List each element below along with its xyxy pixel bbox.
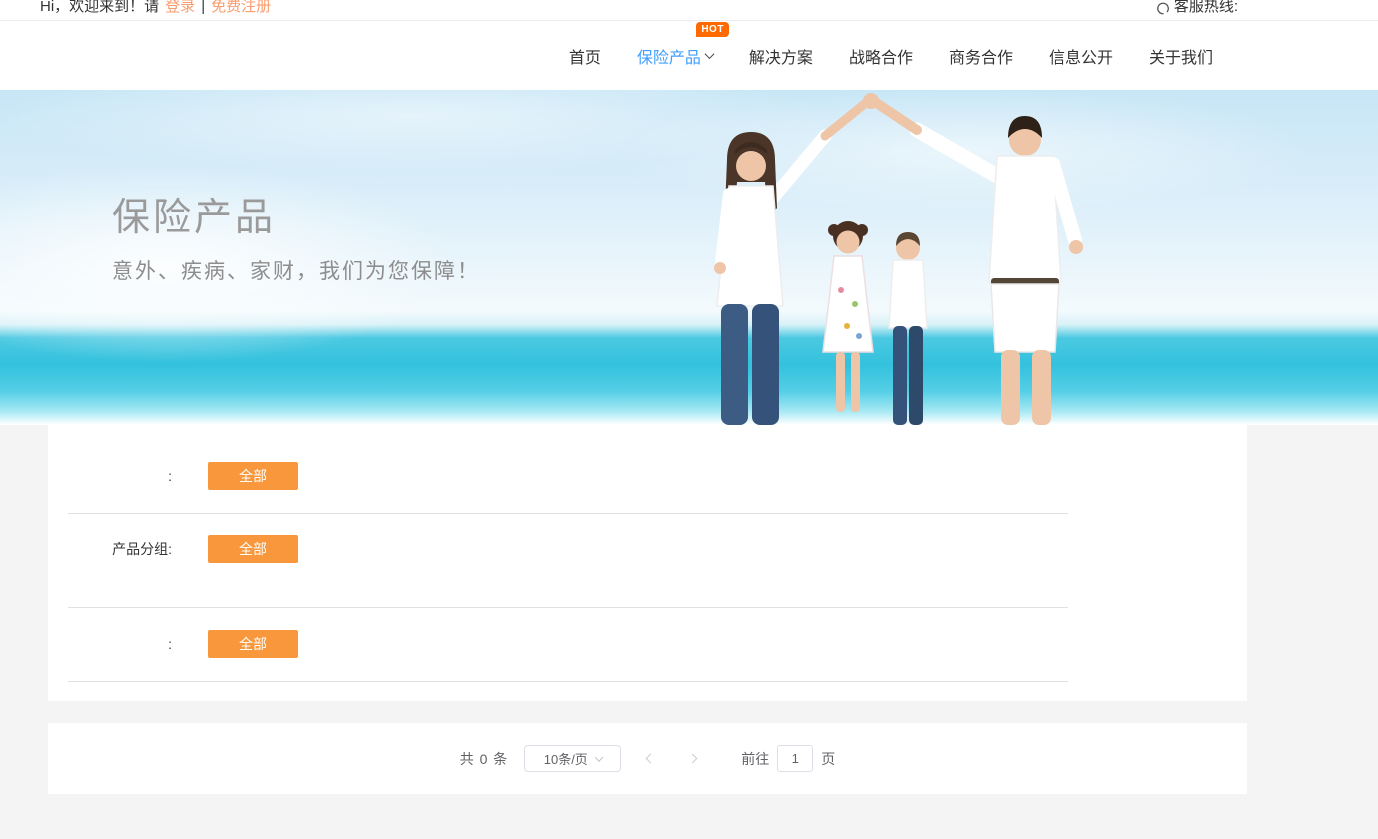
- nav-item-strategic-cooperation[interactable]: 战略合作: [847, 40, 915, 72]
- chevron-down-icon: [594, 752, 604, 762]
- nav-item-business-cooperation[interactable]: 商务合作: [947, 40, 1015, 72]
- topbar-separator: |: [201, 0, 206, 15]
- hero-banner: 保险产品 意外、疾病、家财，我们为您保障！: [0, 90, 1378, 425]
- banner-subtitle: 意外、疾病、家财，我们为您保障！: [112, 260, 480, 283]
- filter-row-3: : 全部: [48, 630, 1247, 658]
- page-size-value: 10条/页: [543, 752, 588, 767]
- chevron-right-icon: [687, 753, 698, 764]
- nav-item-solutions[interactable]: 解决方案: [747, 40, 815, 72]
- topbar: Hi，欢迎来到！请 登录 | 免费注册 客服热线:: [0, 0, 1378, 21]
- divider: [68, 681, 1068, 682]
- prev-page-button[interactable]: [635, 745, 665, 773]
- nav-item-information-disclosure[interactable]: 信息公开: [1047, 40, 1115, 72]
- page-number-input[interactable]: [777, 745, 814, 772]
- login-link[interactable]: 登录: [165, 0, 195, 17]
- headset-icon: [1155, 1, 1170, 20]
- next-page-button[interactable]: [677, 745, 707, 773]
- page-size-select[interactable]: 10条/页: [524, 745, 622, 772]
- main-nav: 首页 HOT 保险产品 解决方案 战略合作 商务合作 信息公开 关于我们: [0, 21, 1378, 90]
- goto-label: 前往: [741, 750, 770, 767]
- filter-card: : 全部 产品分组: 全部 : 全部: [48, 425, 1247, 701]
- filter-label-product-group: 产品分组:: [112, 541, 172, 557]
- filter-all-button-2[interactable]: 全部: [208, 535, 298, 563]
- greeting-text: Hi，欢迎来到！请: [40, 0, 160, 15]
- chevron-down-icon: [704, 49, 715, 60]
- filter-row-1: : 全部: [48, 462, 1247, 490]
- nav-item-insurance-products[interactable]: HOT 保险产品: [635, 21, 729, 72]
- hot-badge: HOT: [696, 21, 729, 37]
- hotline-label: 客服热线:: [1173, 0, 1238, 15]
- banner-title: 保险产品: [112, 197, 277, 239]
- filter-label-1: :: [168, 468, 172, 484]
- filter-all-button-3[interactable]: 全部: [208, 630, 298, 658]
- page-unit-label: 页: [821, 750, 836, 767]
- filter-label-3: :: [168, 636, 172, 652]
- banner-family-illustration: [714, 93, 1083, 425]
- pagination-bar: 共 0 条 10条/页 前往 页: [48, 723, 1247, 794]
- filter-row-product-group: 产品分组: 全部: [48, 535, 1247, 563]
- filter-all-button-1[interactable]: 全部: [208, 462, 298, 490]
- total-count: 共 0 条: [459, 750, 509, 767]
- nav-item-about-us[interactable]: 关于我们: [1147, 40, 1215, 72]
- divider: [68, 607, 1068, 608]
- divider: [68, 513, 1068, 514]
- nav-item-home[interactable]: 首页: [567, 40, 603, 72]
- register-link[interactable]: 免费注册: [211, 0, 271, 17]
- chevron-left-icon: [645, 753, 656, 764]
